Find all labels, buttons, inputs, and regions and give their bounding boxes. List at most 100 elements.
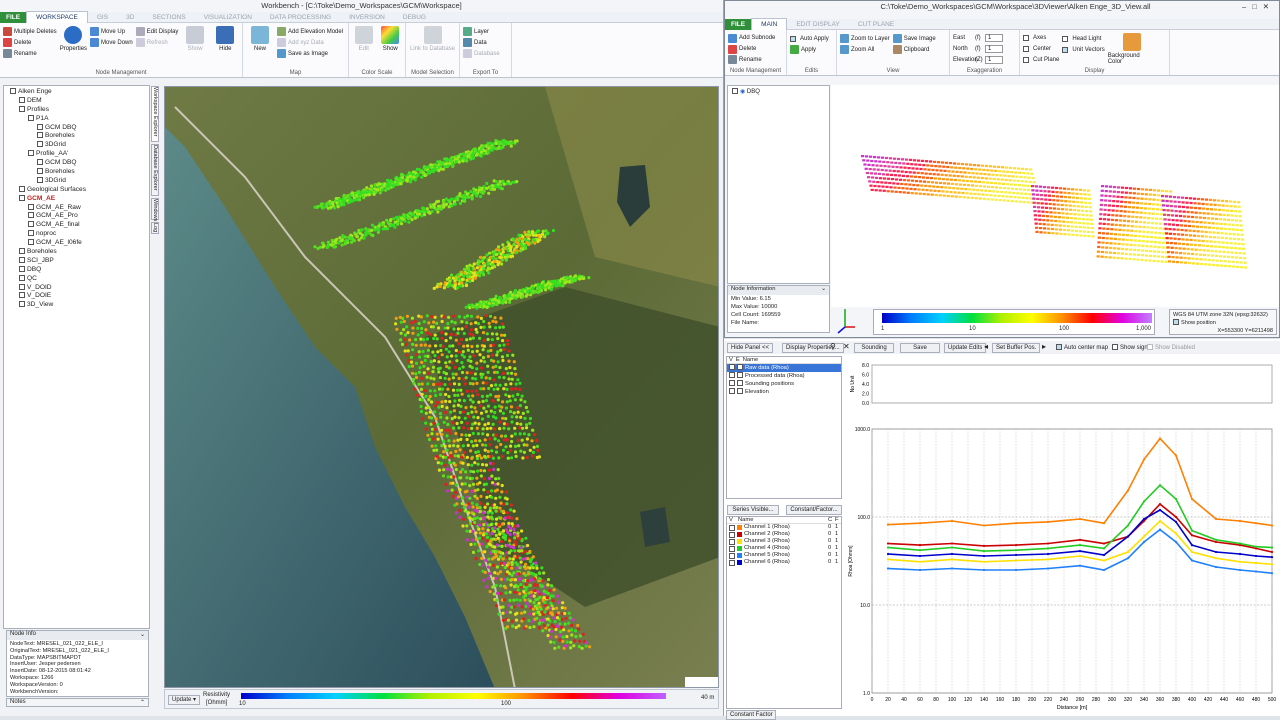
channel-row[interactable]: Channel 3 (Rhoa) 0 1 <box>727 538 841 545</box>
tree-checkbox-icon[interactable] <box>19 265 25 272</box>
map-canvas[interactable] <box>165 87 719 688</box>
pin-icon[interactable]: ⚲ <box>830 342 836 351</box>
nav-left-icon[interactable]: ◂ <box>984 342 988 351</box>
tree-checkbox-icon[interactable] <box>28 203 34 210</box>
update-edits-button[interactable]: Update Edits <box>944 343 987 353</box>
tree-checkbox-icon[interactable] <box>19 292 25 299</box>
export-layer-button[interactable]: Layer <box>463 26 500 37</box>
tree-item[interactable]: Boreholes <box>6 248 149 257</box>
nav-right-icon[interactable]: ▸ <box>1042 342 1046 351</box>
tree-checkbox-icon[interactable] <box>19 283 25 290</box>
show-disabled-checkbox[interactable]: Show Disabled <box>1147 344 1195 351</box>
channel-visible-check[interactable] <box>729 552 735 559</box>
tree-checkbox-icon[interactable] <box>19 274 25 281</box>
tree-checkbox-icon[interactable] <box>19 105 25 112</box>
show-sign-checkbox[interactable]: Show sign <box>1112 344 1148 351</box>
viewer-tab-cut-plane[interactable]: CUT PLANE <box>849 19 903 30</box>
tree-item[interactable]: V_DOIE <box>6 292 149 301</box>
clipboard-button[interactable]: Clipboard <box>892 44 936 55</box>
properties-button[interactable]: Properties <box>60 26 87 67</box>
channel-visible-check[interactable] <box>729 559 735 566</box>
channel-visible-check[interactable] <box>729 538 735 545</box>
layer-row[interactable]: Processed data (Rhoa) <box>727 372 841 380</box>
export-database-button[interactable]: Database <box>463 48 500 59</box>
layer-visible-check[interactable] <box>729 372 735 378</box>
cut-plane-checkbox[interactable]: Cut Plane <box>1023 54 1059 65</box>
layer-edit-check[interactable] <box>737 380 743 386</box>
refresh-button[interactable]: Refresh <box>135 37 179 48</box>
channel-row[interactable]: Channel 2 (Rhoa) 0 1 <box>727 531 841 538</box>
channel-visible-check[interactable] <box>729 531 735 538</box>
show-button[interactable]: Show <box>181 26 208 67</box>
layer-row[interactable]: Raw data (Rhoa) <box>727 364 841 372</box>
tree-item[interactable]: Boreholes <box>6 168 149 177</box>
move-down-button[interactable]: Move Down <box>90 37 133 48</box>
channel-row[interactable]: Channel 6 (Rhoa) 0 1 <box>727 559 841 566</box>
tab-workspace[interactable]: WORKSPACE <box>26 11 88 23</box>
new-map-button[interactable]: New <box>246 26 274 67</box>
tree-item[interactable]: Profile_AA' <box>6 150 149 159</box>
side-tab-database-explorer[interactable]: Database Explorer <box>151 144 159 196</box>
edit-display-button[interactable]: Edit Display <box>135 26 178 37</box>
background-color-button[interactable]: Background Color <box>1108 33 1156 65</box>
dbq-node-label[interactable]: DBQ <box>747 89 760 95</box>
show-position-checkbox[interactable]: Show position <box>1173 319 1273 327</box>
tab-visualization[interactable]: VISUALIZATION <box>195 12 261 23</box>
exag-east-input[interactable]: 1 <box>985 34 1003 43</box>
close-icon[interactable]: ✕ <box>1263 2 1275 11</box>
channel-row[interactable]: Channel 4 (Rhoa) 0 1 <box>727 545 841 552</box>
channel-visible-check[interactable] <box>729 545 735 552</box>
layer-edit-check[interactable] <box>737 388 743 394</box>
export-data-button[interactable]: Data <box>463 37 500 48</box>
channel-row[interactable]: Channel 1 (Rhoa) 0 1 <box>727 524 841 531</box>
tree-item[interactable]: 3DGrid <box>6 176 149 186</box>
collapse-icon[interactable]: ⌄ <box>140 631 148 640</box>
tree-item[interactable]: SCI_JBP <box>6 256 149 266</box>
show-color-scale-button[interactable]: Show <box>379 26 403 67</box>
tree-checkbox-icon[interactable] <box>19 185 25 192</box>
tree-checkbox-icon[interactable] <box>28 221 34 228</box>
set-buffer-button[interactable]: Set Buffer Pos. <box>992 343 1041 353</box>
layer-visible-check[interactable] <box>729 388 735 394</box>
tree-checkbox-icon[interactable] <box>37 168 43 175</box>
layer-visible-check[interactable] <box>729 364 735 370</box>
tree-item[interactable]: DBQ <box>6 265 149 275</box>
tree-item[interactable]: 3DGrid <box>6 141 149 150</box>
tree-item[interactable]: GCM_AE_final <box>6 221 149 230</box>
channel-visible-check[interactable] <box>729 524 735 531</box>
link-database-button[interactable]: Link to Database <box>409 26 456 67</box>
exag-elev-input[interactable]: 1 <box>985 55 1003 64</box>
edit-color-scale-button[interactable]: Edit <box>352 26 376 67</box>
head-light-checkbox[interactable]: Head Light <box>1062 33 1104 44</box>
dbq-check[interactable] <box>732 88 738 94</box>
layer-row[interactable]: Elevation <box>727 388 841 396</box>
side-tab-log[interactable]: Log <box>151 222 159 234</box>
sounding-button[interactable]: Sounding <box>854 343 894 353</box>
minimize-icon[interactable]: – <box>1242 2 1252 11</box>
auto-apply-checkbox[interactable]: Auto Apply <box>790 33 829 44</box>
constant-factor-tab[interactable]: Constant Factor <box>726 710 776 720</box>
tree-item[interactable]: Geological Surfaces <box>6 185 149 195</box>
viewer-rename-button[interactable]: Rename <box>728 54 775 65</box>
delete-button[interactable]: Delete <box>3 37 57 48</box>
center-checkbox[interactable]: Center <box>1023 44 1059 55</box>
tab-debug[interactable]: DEBUG <box>394 12 435 23</box>
viewer-tab-main[interactable]: MAIN <box>751 18 788 30</box>
zoom-all-button[interactable]: Zoom All <box>840 44 890 55</box>
tree-checkbox-icon[interactable] <box>37 141 43 148</box>
update-dropdown[interactable]: Update ▾ <box>168 695 200 705</box>
close-panel-icon[interactable]: ✕ <box>843 342 850 351</box>
tab-3d[interactable]: 3D <box>117 12 143 23</box>
tree-item[interactable]: GCM DBQ <box>6 159 149 168</box>
tree-item[interactable]: V_DOID <box>6 283 149 293</box>
add-xyz-button[interactable]: Add xyz Data <box>277 37 343 48</box>
tab-inversion[interactable]: INVERSION <box>340 12 394 23</box>
tree-checkbox-icon[interactable] <box>37 159 43 166</box>
map-view[interactable] <box>164 86 719 688</box>
tab-data-processing[interactable]: DATA PROCESSING <box>261 12 340 23</box>
tree-item[interactable]: GCM DBQ <box>6 123 149 133</box>
tree-item[interactable]: GCM_AE_Raw <box>6 203 149 213</box>
auto-center-checkbox[interactable]: Auto center map <box>1056 344 1108 351</box>
viewer-delete-button[interactable]: Delete <box>728 44 775 55</box>
move-up-button[interactable]: Move Up <box>90 26 133 37</box>
